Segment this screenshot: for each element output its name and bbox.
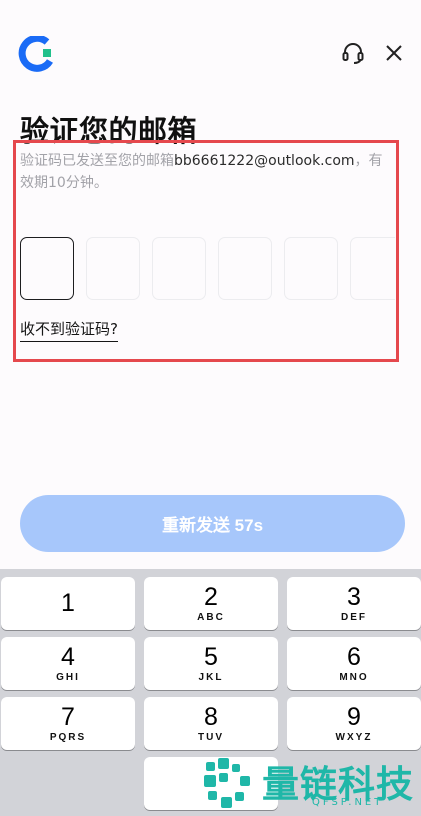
- key-letters: WXYZ: [335, 732, 373, 743]
- key-digit: 1: [61, 588, 75, 617]
- code-box-6[interactable]: [350, 237, 395, 300]
- key-9[interactable]: 9 WXYZ: [287, 697, 421, 750]
- watermark-logo-icon: [204, 758, 250, 808]
- description: 验证码已发送至您的邮箱bb6661222@outlook.com，有效期10分钟…: [20, 150, 392, 194]
- code-box-3[interactable]: [152, 237, 206, 300]
- key-digit: 5: [204, 643, 218, 671]
- code-box-2[interactable]: [86, 237, 140, 300]
- key-digit: 6: [347, 643, 361, 671]
- key-letters: MNO: [339, 672, 369, 683]
- email-address: bb6661222@outlook.com: [174, 153, 355, 169]
- code-box-4[interactable]: [218, 237, 272, 300]
- key-7[interactable]: 7 PQRS: [1, 697, 135, 750]
- no-code-received-link[interactable]: 收不到验证码?: [20, 318, 118, 342]
- key-digit: 7: [61, 703, 75, 731]
- key-letters: PQRS: [49, 732, 87, 743]
- key-letters: TUV: [198, 732, 224, 743]
- key-3[interactable]: 3 DEF: [287, 577, 421, 630]
- key-letters: GHI: [56, 672, 80, 683]
- key-8[interactable]: 8 TUV: [144, 697, 278, 750]
- key-letters: ABC: [197, 612, 225, 623]
- key-digit: 9: [347, 703, 361, 731]
- watermark: 量链科技 QFSP.NET: [196, 752, 421, 816]
- close-icon[interactable]: [382, 41, 406, 65]
- verification-code-input[interactable]: [20, 237, 395, 300]
- description-prefix: 验证码已发送至您的邮箱: [20, 153, 174, 169]
- code-box-5[interactable]: [284, 237, 338, 300]
- resend-button[interactable]: 重新发送 57s: [20, 495, 405, 552]
- resend-button-label: 重新发送 57s: [161, 516, 264, 535]
- key-digit: 3: [347, 583, 361, 611]
- key-6[interactable]: 6 MNO: [287, 637, 421, 690]
- key-2[interactable]: 2 ABC: [144, 577, 278, 630]
- key-1[interactable]: 1: [1, 577, 135, 630]
- key-digit: 2: [204, 583, 218, 611]
- key-letters: DEF: [341, 612, 367, 623]
- watermark-subtext: QFSP.NET: [312, 797, 384, 808]
- key-digit: 4: [61, 643, 75, 671]
- key-digit: 8: [204, 703, 218, 731]
- key-4[interactable]: 4 GHI: [1, 637, 135, 690]
- headset-support-icon[interactable]: [340, 40, 366, 66]
- app-logo-icon: [18, 36, 53, 72]
- key-5[interactable]: 5 JKL: [144, 637, 278, 690]
- key-letters: JKL: [198, 672, 224, 683]
- code-box-1[interactable]: [20, 237, 74, 300]
